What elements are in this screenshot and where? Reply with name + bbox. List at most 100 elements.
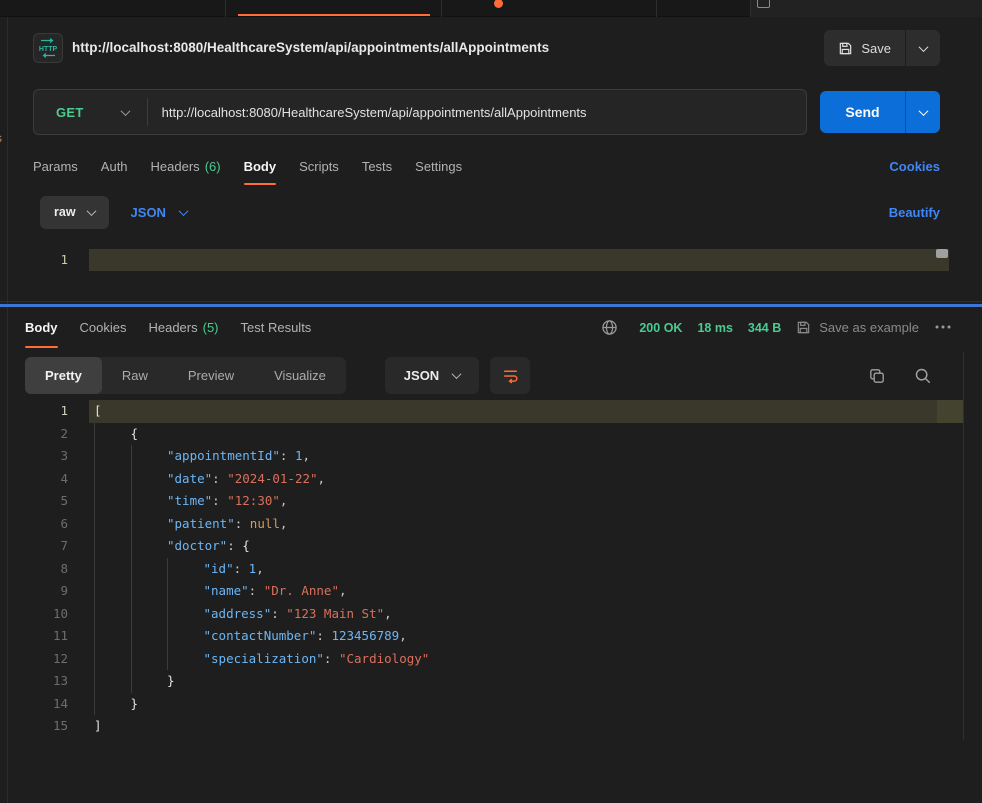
indent-guide [167, 558, 168, 581]
response-scrollbar-track[interactable] [963, 352, 964, 740]
method-selector[interactable]: GET [34, 90, 147, 134]
format-selector[interactable]: JSON [385, 357, 479, 394]
indent-guide [94, 670, 95, 693]
code-line: 3"appointmentId": 1, [0, 445, 982, 468]
request-tab-scripts[interactable]: Scripts [299, 148, 339, 185]
code-line: 5"time": "12:30", [0, 490, 982, 513]
status-badge[interactable]: 200 OK [639, 321, 682, 335]
svg-text:HTTP: HTTP [39, 46, 58, 53]
indent-guide [94, 423, 95, 446]
line-number: 1 [0, 400, 68, 423]
response-size[interactable]: 344 B [748, 321, 781, 335]
url-input[interactable] [148, 105, 806, 120]
code-line: 8"id": 1, [0, 558, 982, 581]
response-tab-test-results[interactable]: Test Results [241, 307, 312, 348]
indent-guide [94, 490, 95, 513]
response-time[interactable]: 18 ms [697, 321, 732, 335]
wrap-text-icon [502, 367, 519, 384]
indent-guide [94, 625, 95, 648]
request-tab-settings[interactable]: Settings [415, 148, 462, 185]
body-language-selector[interactable]: JSON [131, 205, 187, 220]
indent-guide [94, 513, 95, 536]
cookies-link[interactable]: Cookies [889, 159, 940, 174]
tab-bar[interactable] [0, 0, 982, 17]
line-number: 11 [0, 625, 68, 648]
save-button[interactable]: Save [824, 30, 905, 66]
minimap-highlight [937, 400, 963, 423]
http-method-icon: HTTP [33, 33, 63, 63]
request-tab-headers[interactable]: Headers(6) [151, 148, 221, 185]
request-tab-body[interactable]: Body [244, 148, 277, 185]
indent-guide [167, 625, 168, 648]
send-button[interactable]: Send [820, 91, 905, 133]
indent-guide [94, 693, 95, 716]
save-example-icon [796, 320, 811, 335]
view-tab-visualize[interactable]: Visualize [254, 357, 346, 394]
search-icon[interactable] [914, 367, 932, 385]
response-tab-cookies[interactable]: Cookies [80, 307, 127, 348]
view-tab-preview[interactable]: Preview [168, 357, 254, 394]
tab-label: Settings [415, 159, 462, 174]
code-line: 15] [0, 715, 982, 738]
save-as-example-button[interactable]: Save as example [796, 320, 919, 335]
tab-label: Body [244, 159, 277, 174]
body-mode-label: raw [54, 205, 76, 219]
chevron-down-icon [120, 106, 130, 116]
line-number: 10 [0, 603, 68, 626]
tab-label: Test Results [241, 320, 312, 335]
line-number: 15 [0, 715, 68, 738]
wrap-text-button[interactable] [490, 357, 530, 394]
request-title: http://localhost:8080/HealthcareSystem/a… [72, 40, 549, 55]
indent-guide [131, 670, 132, 693]
send-options-button[interactable] [906, 91, 940, 133]
more-actions-icon[interactable] [934, 319, 952, 337]
view-tab-raw[interactable]: Raw [102, 357, 168, 394]
code-line: 11"contactNumber": 123456789, [0, 625, 982, 648]
code-lines: 1[2{3"appointmentId": 1,4"date": "2024-0… [0, 400, 982, 738]
tab-count-badge: (5) [203, 320, 219, 335]
editor-scrollbar-thumb[interactable] [936, 249, 948, 258]
response-body-viewer[interactable]: 1[2{3"appointmentId": 1,4"date": "2024-0… [0, 400, 982, 740]
beautify-link[interactable]: Beautify [889, 205, 940, 220]
active-tab-indicator [238, 14, 430, 16]
request-tab-tests[interactable]: Tests [362, 148, 392, 185]
body-mode-selector[interactable]: raw [40, 196, 109, 229]
code-line: 13} [0, 670, 982, 693]
url-box: GET [33, 89, 807, 135]
save-button-group: Save [824, 30, 940, 66]
indent-guide [94, 580, 95, 603]
request-body-editor[interactable]: 1 [0, 238, 982, 302]
tab-label: Scripts [299, 159, 339, 174]
indent-guide [94, 603, 95, 626]
indent-guide [131, 603, 132, 626]
response-tab-headers[interactable]: Headers(5) [148, 307, 218, 348]
indent-guide [131, 490, 132, 513]
request-tab-auth[interactable]: Auth [101, 148, 128, 185]
request-tabs-row: Params Auth Headers(6) Body Scripts Tests Sett… [0, 148, 982, 185]
save-options-button[interactable] [906, 30, 940, 66]
tab-save-icon [757, 0, 770, 8]
response-tab-body[interactable]: Body [25, 307, 58, 348]
request-editor-line: 1 [0, 249, 982, 271]
request-tab-params[interactable]: Params [33, 148, 78, 185]
tab-label: Headers [151, 159, 200, 174]
code-line: 1[ [0, 400, 982, 423]
body-language-label: JSON [131, 205, 166, 220]
indent-guide [167, 648, 168, 671]
response-tabs: Body Cookies Headers(5) Test Results [0, 307, 311, 348]
line-number: 13 [0, 670, 68, 693]
indent-guide [167, 603, 168, 626]
copy-icon[interactable] [868, 367, 886, 385]
response-meta: 200 OK 18 ms 344 B Save as example [601, 307, 952, 348]
line-number: 7 [0, 535, 68, 558]
code-line: 6"patient": null, [0, 513, 982, 536]
globe-icon[interactable] [601, 319, 618, 336]
unsaved-changes-dot [494, 0, 503, 8]
code-line: 2{ [0, 423, 982, 446]
view-tab-pretty[interactable]: Pretty [25, 357, 102, 394]
indent-guide [167, 580, 168, 603]
line-number: 4 [0, 468, 68, 491]
line-number: 1 [0, 249, 68, 271]
send-label: Send [845, 104, 879, 120]
chevron-down-icon [918, 106, 928, 116]
